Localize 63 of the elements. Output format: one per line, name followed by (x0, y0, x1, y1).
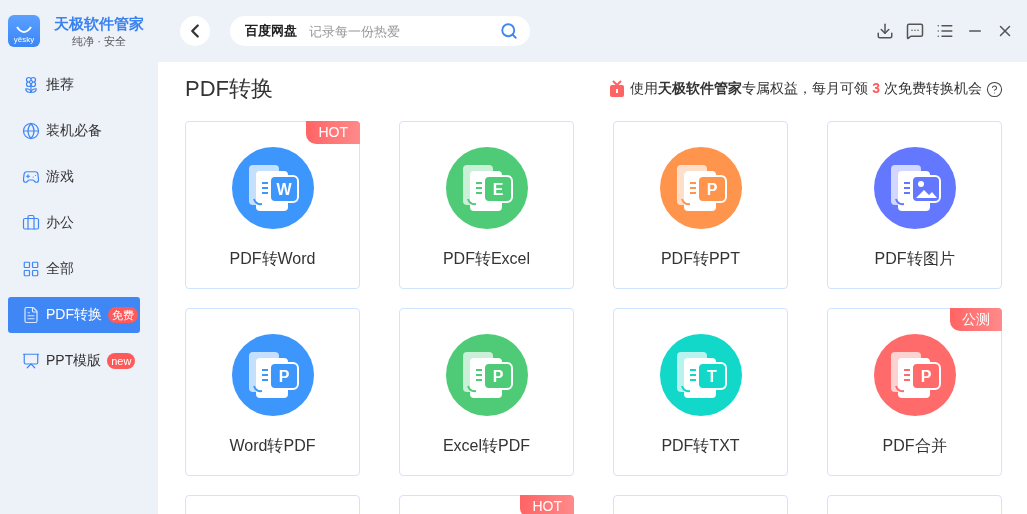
tool-title: PDF转PPT (660, 249, 741, 269)
promo-text: 使用天极软件管家专属权益，每月可领 3 次免费转换机会 (630, 80, 982, 98)
sidebar-label: PPT模版 (46, 352, 102, 370)
app-name: 天极软件管家 (54, 14, 144, 34)
corner-badge: HOT (306, 121, 360, 144)
sidebar-label: 装机必备 (46, 122, 102, 140)
sidebar-label: 推荐 (46, 76, 74, 94)
category-icon (22, 76, 40, 94)
category-icon (22, 260, 40, 278)
sidebar-label: 办公 (46, 214, 74, 232)
document-convert-icon: P (231, 334, 314, 416)
app-tagline: 纯净 · 安全 (72, 34, 126, 48)
document-convert-icon: E (445, 147, 528, 229)
tool-card[interactable]: P Word转PDF (185, 308, 360, 476)
sidebar-label: 全部 (46, 260, 74, 278)
page-title: PDF转换 (185, 75, 273, 103)
document-convert-icon: P (873, 334, 956, 416)
tool-title: PDF转Word (229, 249, 316, 269)
sidebar-label: PDF转换 (46, 306, 102, 324)
chat-icon[interactable] (905, 21, 925, 41)
sidebar-item[interactable]: 办公 (8, 205, 140, 241)
tool-card[interactable]: E PDF转Excel (399, 121, 574, 289)
category-icon (22, 168, 40, 186)
sidebar-label: 游戏 (46, 168, 74, 186)
help-icon[interactable] (986, 80, 1003, 98)
gift-icon (608, 80, 627, 98)
tool-title: PDF转Excel (442, 249, 531, 269)
search-label: 百度网盘 (245, 22, 297, 40)
sidebar-item[interactable]: PPT模版 new (8, 343, 140, 379)
corner-badge: HOT (520, 495, 574, 514)
tool-card[interactable]: P PDF合并 公测 (827, 308, 1002, 476)
sidebar-item[interactable]: 游戏 (8, 159, 140, 195)
search-icon[interactable] (500, 22, 518, 40)
sidebar-badge: 免费 (108, 307, 138, 323)
tool-card[interactable]: P PDF转PPT (613, 121, 788, 289)
tool-card[interactable]: PDF转图片 (827, 121, 1002, 289)
download-icon[interactable] (875, 21, 895, 41)
document-convert-icon: W (231, 147, 314, 229)
corner-badge: 公测 (950, 308, 1002, 331)
category-icon (22, 306, 40, 324)
tool-title: PDF转图片 (874, 249, 955, 269)
document-convert-icon: P (445, 334, 528, 416)
search-bar[interactable]: 百度网盘 记录每一份热爱 (230, 16, 530, 46)
tool-title: Excel转PDF (442, 436, 531, 456)
tool-card[interactable]: T PDF转TXT (613, 308, 788, 476)
document-convert-icon: T (659, 334, 742, 416)
back-button[interactable] (180, 16, 210, 46)
sidebar-badge: new (107, 353, 136, 369)
sidebar-item[interactable]: 装机必备 (8, 113, 140, 149)
tool-card[interactable]: W PDF转Word HOT (185, 121, 360, 289)
sidebar-item[interactable]: 全部 (8, 251, 140, 287)
tool-title: Word转PDF (229, 436, 316, 456)
sidebar-item[interactable]: 推荐 (8, 67, 140, 103)
tool-card[interactable]: P Excel转PDF (399, 308, 574, 476)
category-icon (22, 122, 40, 140)
search-field[interactable]: 记录每一份热爱 (307, 22, 490, 40)
category-icon (22, 214, 40, 232)
document-convert-icon: P (659, 147, 742, 229)
category-icon (22, 352, 40, 370)
app-logo: yësky (8, 15, 40, 47)
tool-title: PDF合并 (882, 436, 947, 456)
sidebar-item[interactable]: PDF转换 免费 (8, 297, 140, 333)
tool-title: PDF转TXT (661, 436, 740, 456)
